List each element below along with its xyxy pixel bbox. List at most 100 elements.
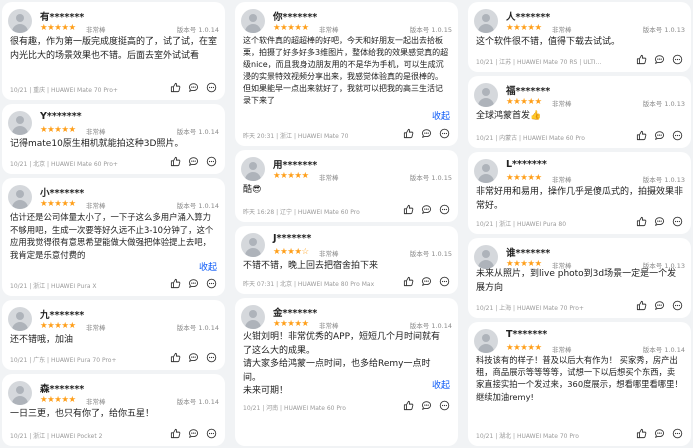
more-icon[interactable] <box>672 54 683 65</box>
more-icon[interactable] <box>206 278 217 289</box>
review-card: 九******* ★★★★★ 非常棒 版本号 1.0.14 还不错哦，加油 10… <box>2 300 225 370</box>
more-icon[interactable] <box>672 216 683 227</box>
comment-icon[interactable] <box>654 130 665 141</box>
avatar[interactable] <box>474 329 498 353</box>
avatar[interactable] <box>8 381 32 405</box>
more-icon[interactable] <box>439 128 450 139</box>
comment-icon[interactable] <box>188 428 199 439</box>
review-meta: 10/21 | 浙江 | HUAWEI Pura 80 <box>476 221 567 228</box>
review-text: 这个软件真的超超棒的好吧，今天和好朋友一起出去拾板栗，拍摄了好多好多3维图片，整… <box>243 36 449 105</box>
version-label: 版本号 1.0.13 <box>642 100 685 108</box>
comment-icon[interactable] <box>654 216 665 227</box>
version-label: 版本号 1.0.15 <box>409 174 452 182</box>
collapse-link[interactable]: 收起 <box>432 109 450 122</box>
comment-icon[interactable] <box>654 428 665 439</box>
avatar[interactable] <box>241 157 265 181</box>
like-icon[interactable] <box>170 428 181 439</box>
review-card: 有******* ★★★★★ 非常棒 版本号 1.0.14 很有趣，作为第一版完… <box>2 2 225 100</box>
review-text: 估计还是公司体量太小了，一下子这么多用户涌入算力不够用吧，生成一次要等好久远不止… <box>10 212 214 260</box>
like-icon[interactable] <box>170 278 181 289</box>
like-icon[interactable] <box>636 216 647 227</box>
more-icon[interactable] <box>672 130 683 141</box>
more-icon[interactable] <box>206 352 217 363</box>
review-meta: 10/21 | 北京 | HUAWEI Mate 60 Pro+ <box>10 161 118 168</box>
like-icon[interactable] <box>403 128 414 139</box>
like-icon[interactable] <box>170 352 181 363</box>
rating-label: 非常棒 <box>552 346 572 354</box>
more-icon[interactable] <box>206 156 217 167</box>
like-icon[interactable] <box>636 54 647 65</box>
comment-icon[interactable] <box>654 54 665 65</box>
avatar[interactable] <box>241 233 265 257</box>
review-card: 人******* ★★★★★ 非常棒 版本号 1.0.13 这个软件很不错，值得… <box>468 2 691 72</box>
username: L******* <box>506 159 547 170</box>
avatar[interactable] <box>241 9 265 33</box>
avatar[interactable] <box>241 305 265 329</box>
review-card: 金******* ★★★★★ 非常棒 版本号 1.0.14 火钳刘明！非常优秀的… <box>235 298 458 446</box>
like-icon[interactable] <box>403 400 414 411</box>
review-meta: 10/21 | 广东 | HUAWEI Pura 70 Pro+ <box>10 357 117 364</box>
username: 你******* <box>273 12 318 23</box>
comment-icon[interactable] <box>654 300 665 311</box>
avatar[interactable] <box>8 9 32 33</box>
collapse-link[interactable]: 收起 <box>432 378 450 391</box>
review-text: 火钳刘明！非常优秀的APP，短短几个月时间就有了这么大的成果。 请大家多给鸿蒙一… <box>243 332 441 396</box>
comment-icon[interactable] <box>421 128 432 139</box>
reviews-column-2: 你******* ★★★★★ 非常棒 版本号 1.0.15 这个软件真的超超棒的… <box>235 0 458 448</box>
like-icon[interactable] <box>636 130 647 141</box>
more-icon[interactable] <box>672 428 683 439</box>
avatar[interactable] <box>8 111 32 135</box>
avatar[interactable] <box>474 83 498 107</box>
avatar[interactable] <box>8 307 32 331</box>
star-rating: ★★★★★ <box>273 23 309 33</box>
comment-icon[interactable] <box>421 276 432 287</box>
star-rating: ★★★★☆ <box>273 247 309 257</box>
review-card: L******* ★★★★★ 非常棒 版本号 1.0.13 非常好用和易用，操作… <box>468 152 691 234</box>
star-rating: ★★★★★ <box>273 319 309 329</box>
like-icon[interactable] <box>170 156 181 167</box>
comment-icon[interactable] <box>421 400 432 411</box>
review-card: 福******* ★★★★★ 非常棒 版本号 1.0.13 全球鸿蒙首发👍 10… <box>468 76 691 148</box>
comment-icon[interactable] <box>188 82 199 93</box>
more-icon[interactable] <box>206 82 217 93</box>
rating-label: 非常棒 <box>319 322 339 330</box>
like-icon[interactable] <box>636 428 647 439</box>
rating-label: 非常棒 <box>86 26 106 34</box>
avatar[interactable] <box>474 245 498 269</box>
version-label: 版本号 1.0.14 <box>176 324 219 332</box>
comment-icon[interactable] <box>188 352 199 363</box>
more-icon[interactable] <box>439 400 450 411</box>
like-icon[interactable] <box>403 276 414 287</box>
more-icon[interactable] <box>206 428 217 439</box>
more-icon[interactable] <box>439 204 450 215</box>
collapse-link[interactable]: 收起 <box>199 260 217 273</box>
star-rating: ★★★★★ <box>40 23 76 33</box>
review-text: 不错不错，晚上回去把宿舍拍下来 <box>243 261 379 271</box>
review-text: 很有趣，作为第一版完成度挺高的了，试了试，在室内光比大的场景效果也不错。后面去室… <box>10 37 218 61</box>
comment-icon[interactable] <box>188 278 199 289</box>
avatar[interactable] <box>474 9 498 33</box>
username: J******* <box>273 233 312 244</box>
comment-icon[interactable] <box>421 204 432 215</box>
version-label: 版本号 1.0.14 <box>409 322 452 330</box>
rating-label: 非常棒 <box>552 26 572 34</box>
review-meta: 10/21 | 浙江 | HUAWEI Pocket 2 <box>10 433 103 440</box>
star-rating: ★★★★★ <box>40 321 76 331</box>
review-card: J******* ★★★★☆ 非常棒 版本号 1.0.15 不错不错，晚上回去把… <box>235 226 458 294</box>
avatar[interactable] <box>8 185 32 209</box>
more-icon[interactable] <box>439 276 450 287</box>
like-icon[interactable] <box>403 204 414 215</box>
like-icon[interactable] <box>636 300 647 311</box>
more-icon[interactable] <box>672 300 683 311</box>
comment-icon[interactable] <box>188 156 199 167</box>
review-meta: 昨天 07:31 | 北京 | HUAWEI Mate 80 Pro Max <box>243 281 375 288</box>
username: 金******* <box>273 308 318 319</box>
rating-label: 非常棒 <box>86 324 106 332</box>
review-card: Y******* ★★★★★ 非常棒 版本号 1.0.14 记得mate10原生… <box>2 104 225 174</box>
avatar[interactable] <box>474 159 498 183</box>
version-label: 版本号 1.0.14 <box>176 26 219 34</box>
review-meta: 10/21 | 重庆 | HUAWEI Mate 70 Pro+ <box>10 87 118 94</box>
review-meta: 10/21 | 浙江 | HUAWEI Pura X <box>10 283 97 290</box>
like-icon[interactable] <box>170 82 181 93</box>
reviews-column-3: 人******* ★★★★★ 非常棒 版本号 1.0.13 这个软件很不错，值得… <box>468 0 691 448</box>
